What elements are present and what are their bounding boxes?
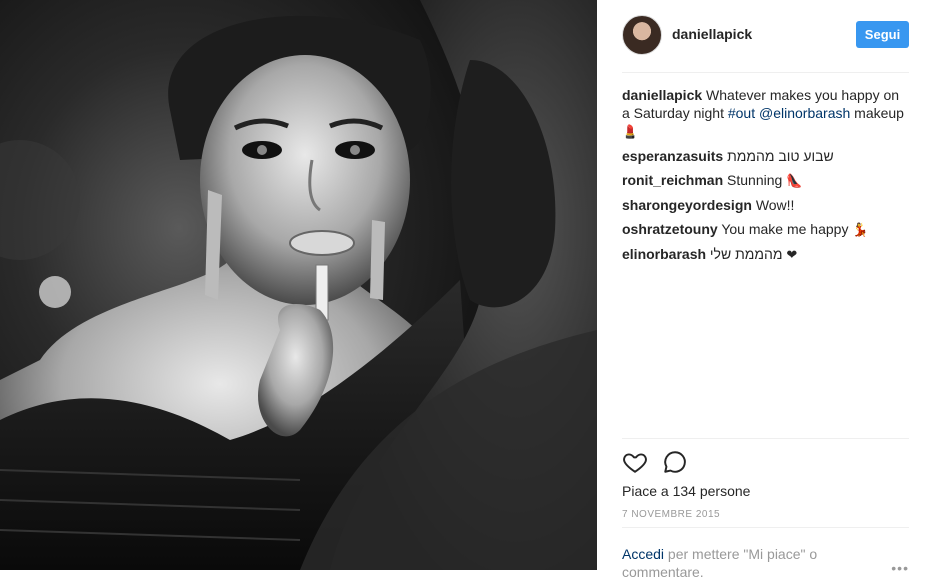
comments-list: daniellapick Whatever makes you happy on…: [622, 86, 909, 270]
heart-outline-icon[interactable]: [622, 449, 648, 475]
caption: daniellapick Whatever makes you happy on…: [622, 86, 909, 141]
speech-bubble-icon[interactable]: [662, 449, 688, 475]
caption-text-end: makeup: [850, 105, 904, 121]
comment-username[interactable]: oshratzetouny: [622, 221, 718, 237]
login-link[interactable]: Accedi: [622, 546, 664, 562]
comment-username[interactable]: sharongeyordesign: [622, 197, 752, 213]
avatar[interactable]: [622, 15, 662, 55]
comment-username[interactable]: esperanzasuits: [622, 148, 723, 164]
comment: esperanzasuits שבוע טוב מהממת: [622, 147, 909, 165]
dancer-icon: 💃: [852, 222, 869, 237]
more-options-icon[interactable]: •••: [891, 560, 909, 576]
follow-button[interactable]: Segui: [856, 21, 909, 48]
hashtag-link[interactable]: #out: [728, 105, 755, 121]
comment-text: Wow!!: [755, 197, 795, 213]
comment: oshratzetouny You make me happy 💃: [622, 220, 909, 239]
high-heel-icon: 👠: [786, 173, 803, 188]
header-username[interactable]: daniellapick: [672, 26, 752, 42]
login-divider: [622, 527, 909, 528]
login-prompt: Accedi per mettere "Mi piace" o commenta…: [622, 545, 892, 581]
mention-link[interactable]: @elinorbarash: [759, 105, 850, 121]
likes-count[interactable]: Piace a 134 persone: [622, 483, 750, 499]
post-side-panel: daniellapick Segui daniellapick Whatever…: [597, 0, 929, 580]
comment-text: שבוע טוב מהממת: [727, 148, 834, 164]
actions-divider: [622, 438, 909, 439]
comment-username[interactable]: ronit_reichman: [622, 172, 723, 188]
comment-text: מהממת שלי: [709, 246, 783, 262]
comment-text: Stunning: [727, 172, 783, 188]
comment: sharongeyordesign Wow!!: [622, 196, 909, 214]
header-divider: [622, 72, 909, 73]
post-photo: [0, 0, 597, 570]
post-date: 7 NOVEMBRE 2015: [622, 509, 721, 520]
comment-username[interactable]: elinorbarash: [622, 246, 706, 262]
comment: ronit_reichman Stunning 👠: [622, 171, 909, 190]
caption-username[interactable]: daniellapick: [622, 87, 702, 103]
comment-text: You make me happy: [721, 221, 849, 237]
action-bar: [622, 449, 722, 477]
heart-icon: ❤: [786, 247, 798, 262]
lipstick-icon: 💄: [622, 124, 639, 139]
portrait-illustration: [0, 0, 597, 570]
post-header: daniellapick Segui: [622, 15, 909, 55]
comment: elinorbarash מהממת שלי ❤: [622, 245, 909, 264]
